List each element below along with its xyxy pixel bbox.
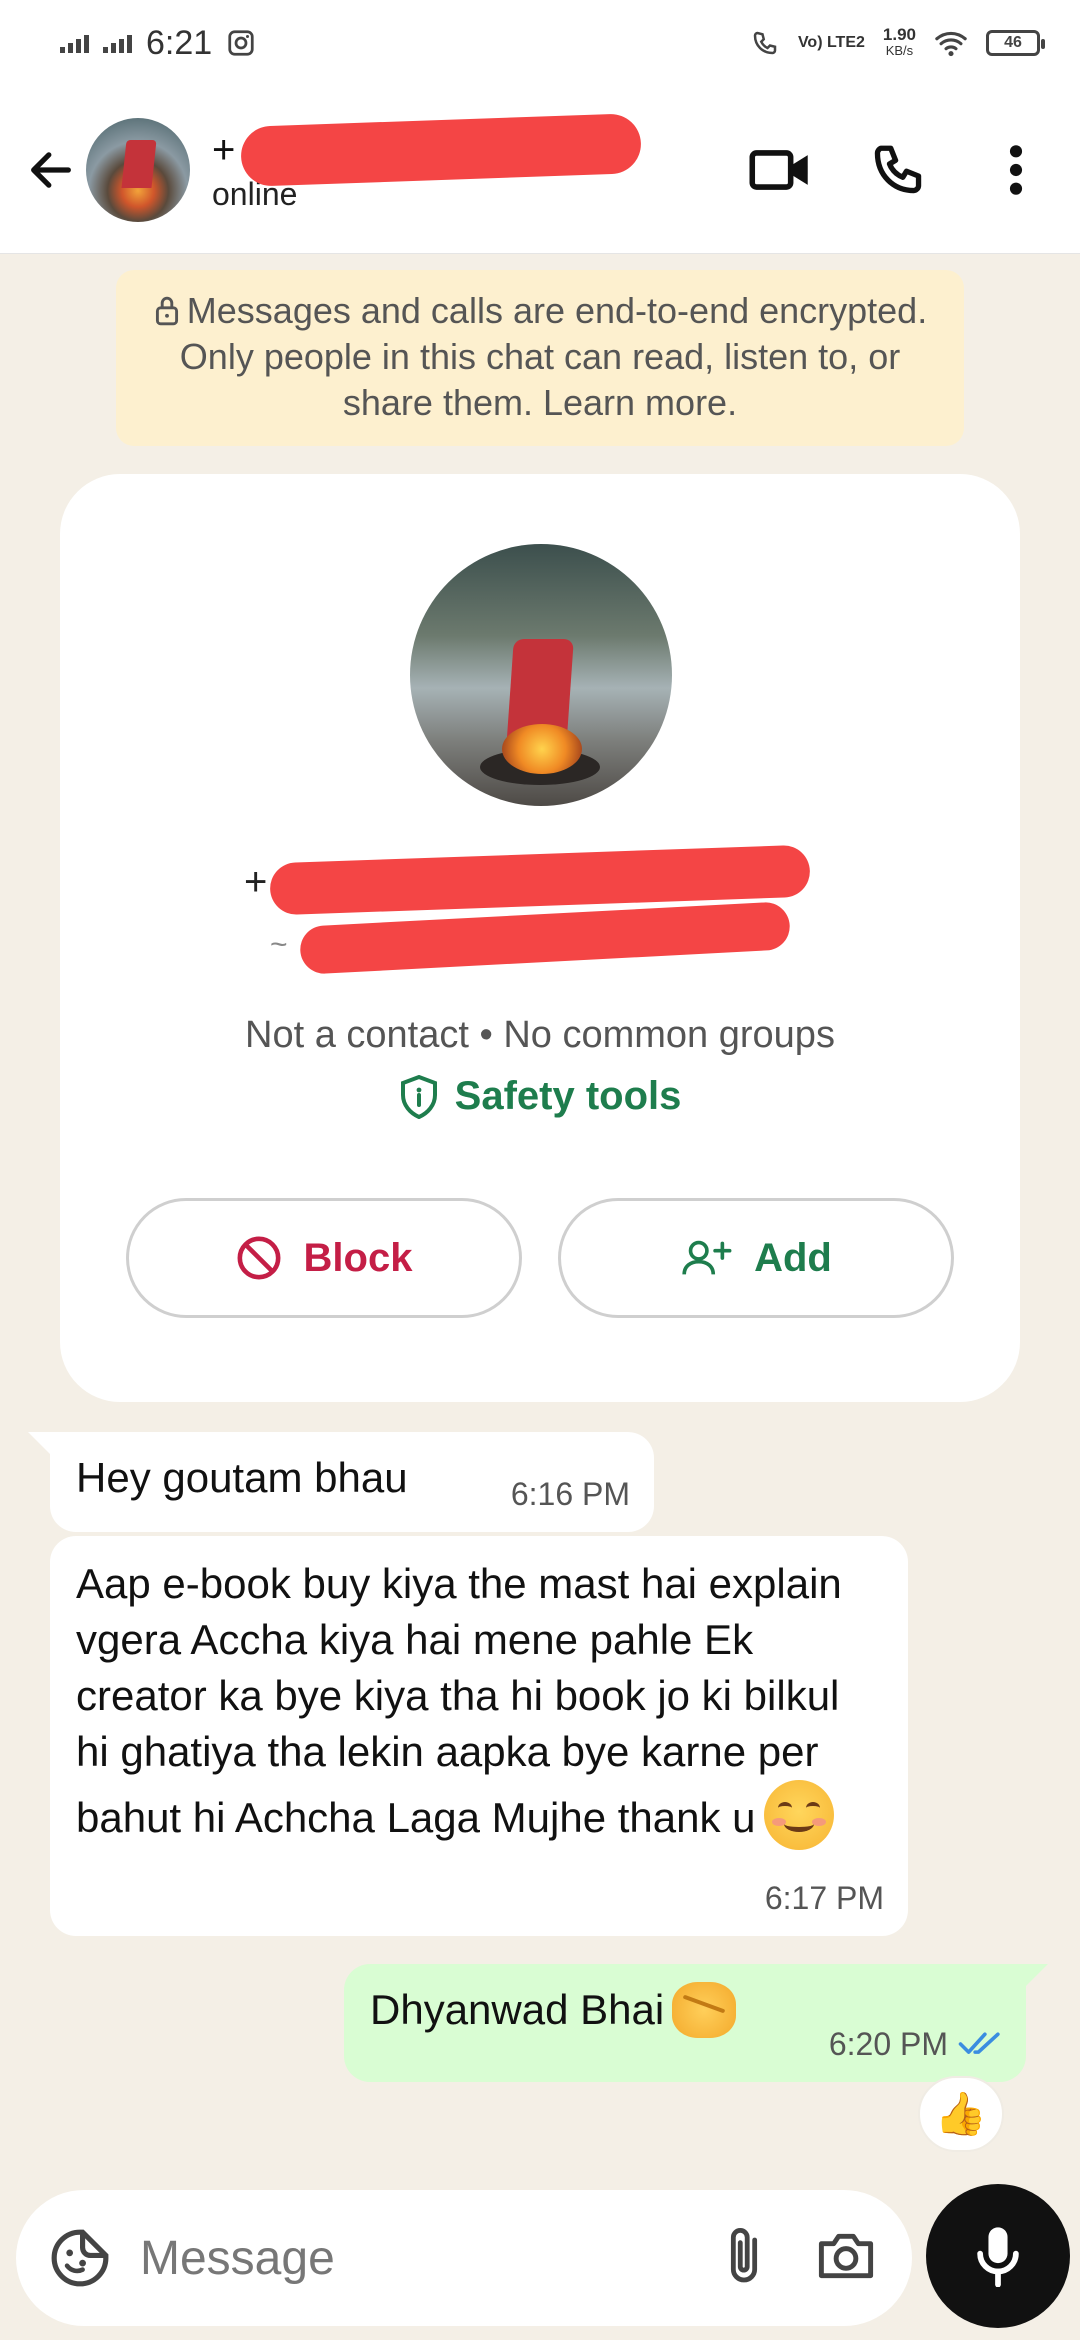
data-speed: 1.90 KB/s bbox=[882, 25, 916, 59]
microphone-icon bbox=[977, 2227, 1019, 2287]
message-time: 6:20 PM bbox=[828, 2026, 948, 2062]
message-bubble-incoming[interactable]: Hey goutam bhau 6:16 PM bbox=[28, 1432, 654, 1532]
message-time: 6:17 PM bbox=[764, 1880, 884, 1916]
message-text: Dhyanwad Bhai bbox=[370, 1986, 665, 2033]
handshake-icon bbox=[672, 1982, 737, 2038]
profile-name: + ~ bbox=[244, 844, 830, 975]
contact-name: + bbox=[212, 113, 643, 187]
encryption-notice[interactable]: Messages and calls are end-to-end encryp… bbox=[116, 270, 964, 446]
redaction-mark bbox=[299, 901, 791, 975]
sticker-button[interactable] bbox=[44, 2222, 116, 2294]
message-text: Aap e-book buy kiya the mast hai explain… bbox=[76, 1560, 842, 1841]
reaction-badge[interactable]: 👍 bbox=[918, 2076, 1004, 2152]
phone-icon bbox=[874, 145, 922, 193]
sticker-icon bbox=[51, 2229, 109, 2287]
paperclip-icon bbox=[730, 2227, 758, 2282]
message-bubble-incoming[interactable]: Aap e-book buy kiya the mast hai explain… bbox=[50, 1536, 908, 1936]
avatar[interactable] bbox=[86, 117, 190, 222]
double-check-icon bbox=[958, 2032, 1000, 2054]
chat-area[interactable]: Messages and calls are end-to-end encryp… bbox=[0, 254, 1080, 2174]
video-call-button[interactable] bbox=[744, 134, 816, 206]
contact-meta: Not a contact • No common groups bbox=[245, 1014, 835, 1056]
bubble-tail bbox=[1024, 1964, 1048, 1988]
profile-subname-prefix: ~ bbox=[270, 928, 288, 961]
shield-icon bbox=[400, 1074, 437, 1119]
battery-icon: 46 bbox=[986, 30, 1045, 56]
battery-level: 46 bbox=[1004, 34, 1022, 51]
header-actions bbox=[744, 134, 1052, 206]
profile-photo[interactable] bbox=[410, 544, 672, 806]
bubble-tail bbox=[28, 1432, 52, 1456]
signal-icon bbox=[60, 33, 89, 53]
chat-header: + online bbox=[0, 86, 1080, 254]
contact-info[interactable]: + online bbox=[212, 113, 643, 213]
encryption-text: Messages and calls are end-to-end encryp… bbox=[179, 290, 928, 423]
wifi-calling-icon bbox=[753, 31, 777, 55]
profile-card: + ~ Not a contact • No common groups Saf… bbox=[60, 474, 1020, 1402]
status-left: 6:21 bbox=[60, 24, 256, 63]
add-label: Add bbox=[754, 1235, 832, 1280]
lock-icon bbox=[155, 296, 178, 326]
data-speed-value: 1.90 bbox=[882, 25, 916, 44]
attach-button[interactable] bbox=[724, 2224, 764, 2293]
status-bar: 6:21 Vo) LTE2 1.90 KB/s 46 bbox=[0, 0, 1080, 86]
more-vertical-icon bbox=[1009, 144, 1023, 195]
composer-actions bbox=[724, 2224, 878, 2293]
arrow-left-icon bbox=[31, 151, 71, 188]
block-button[interactable]: Block bbox=[126, 1198, 522, 1318]
profile-name-prefix: + bbox=[244, 860, 268, 904]
video-camera-icon bbox=[749, 149, 808, 190]
message-text: Hey goutam bhau bbox=[76, 1454, 408, 1501]
back-button[interactable] bbox=[16, 135, 86, 205]
message-bubble-outgoing[interactable]: Dhyanwad Bhai 6:20 PM bbox=[344, 1964, 1048, 2082]
voice-message-button[interactable] bbox=[926, 2184, 1070, 2328]
add-person-icon bbox=[682, 1240, 732, 1275]
voice-call-button[interactable] bbox=[862, 134, 934, 206]
camera-button[interactable] bbox=[814, 2228, 878, 2289]
block-label: Block bbox=[303, 1235, 413, 1280]
safety-tools-label: Safety tools bbox=[454, 1074, 682, 1118]
message-input[interactable]: Message bbox=[140, 2231, 335, 2286]
add-contact-button[interactable]: Add bbox=[558, 1198, 954, 1318]
message-meta: 6:20 PM bbox=[829, 2016, 1002, 2072]
status-right: Vo) LTE2 1.90 KB/s 46 bbox=[750, 25, 1045, 59]
more-options-button[interactable] bbox=[980, 134, 1052, 206]
instagram-icon bbox=[228, 30, 254, 56]
thumbs-up-icon: 👍 bbox=[934, 2089, 988, 2137]
network-label: Vo) LTE2 bbox=[797, 34, 865, 51]
block-icon bbox=[237, 1236, 280, 1280]
camera-icon bbox=[818, 2233, 874, 2278]
smiling-face-icon bbox=[763, 1780, 834, 1850]
safety-tools-link[interactable]: Safety tools bbox=[60, 1074, 1020, 1119]
contact-name-prefix: + bbox=[212, 127, 236, 172]
message-composer: Message bbox=[16, 2190, 912, 2326]
data-speed-unit: KB/s bbox=[885, 43, 914, 58]
message-time: 6:16 PM bbox=[510, 1476, 630, 1512]
status-time: 6:21 bbox=[146, 23, 213, 62]
wifi-icon bbox=[935, 31, 967, 57]
signal-icon-2 bbox=[103, 33, 132, 53]
